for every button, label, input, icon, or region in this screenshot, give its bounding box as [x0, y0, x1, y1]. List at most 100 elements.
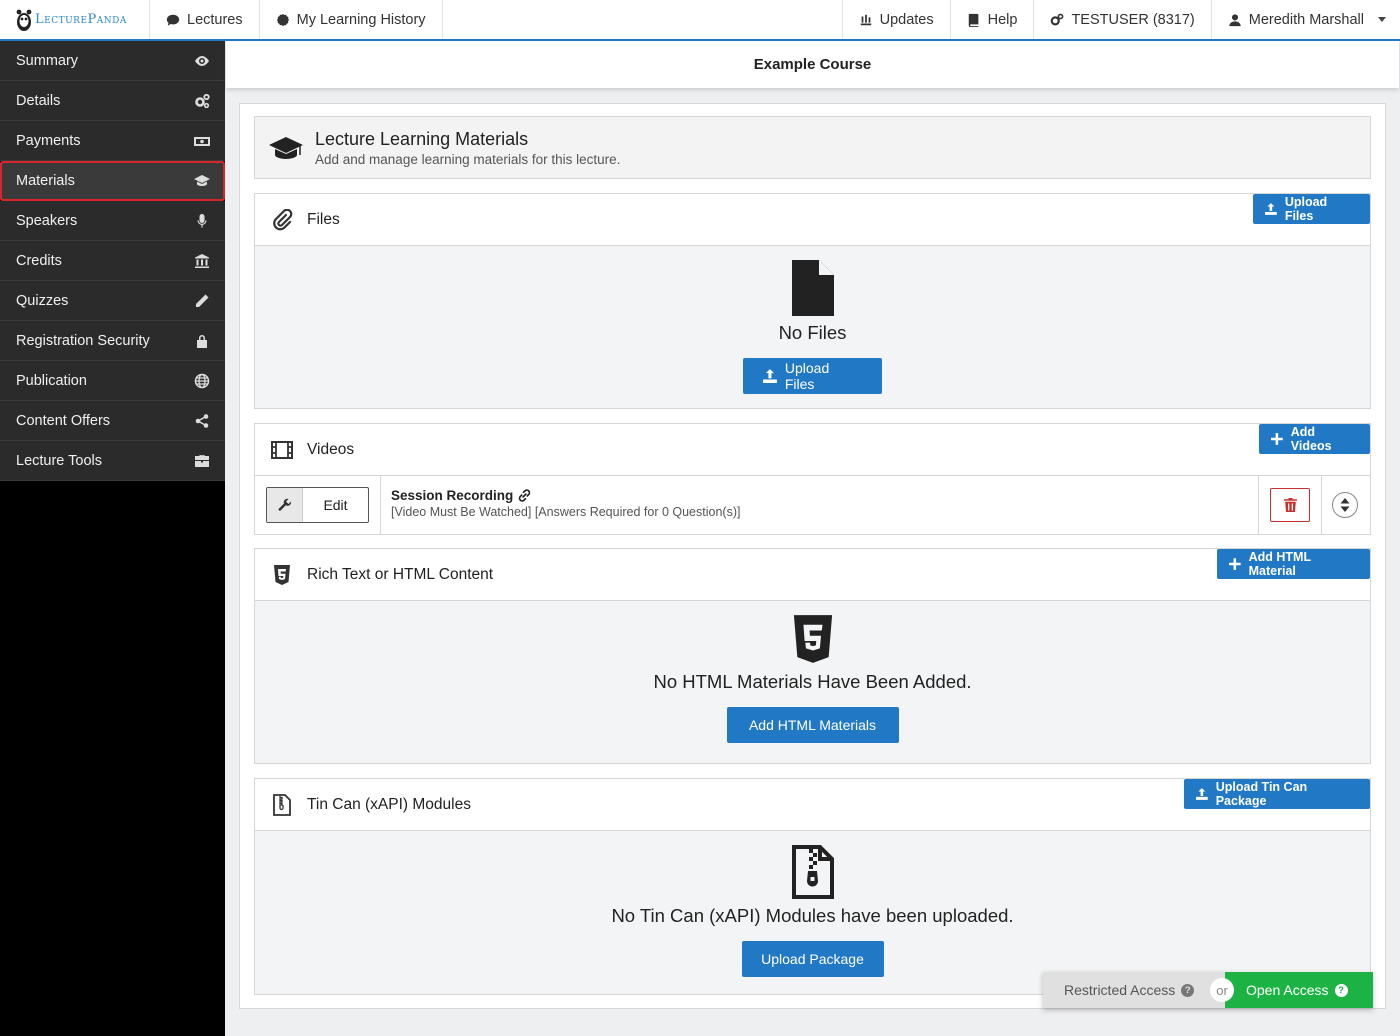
- pencil-icon: [196, 294, 209, 307]
- main-content: Example Course Lecture Learning Material…: [225, 41, 1400, 1036]
- share-icon: [195, 413, 209, 428]
- eye-icon: [195, 55, 209, 66]
- sidebar-item-label: Registration Security: [16, 332, 150, 349]
- video-info: Session Recording [Video Must Be Watched…: [391, 488, 740, 519]
- nav-updates[interactable]: Updates: [843, 0, 951, 39]
- nav-user-menu[interactable]: Meredith Marshall: [1212, 0, 1400, 39]
- videos-panel-header: Videos Add Videos: [255, 424, 1370, 476]
- tincan-panel-header: Tin Can (xAPI) Modules Upload Tin Can Pa…: [255, 779, 1370, 831]
- sidebar-item-payments[interactable]: Payments: [0, 121, 225, 161]
- files-title: Files: [307, 210, 340, 228]
- edit-video-button[interactable]: Edit: [266, 487, 369, 523]
- comment-icon: [166, 14, 180, 26]
- delete-video-button[interactable]: [1270, 488, 1310, 522]
- updates-icon: [860, 14, 871, 25]
- open-access-button[interactable]: Open Access ?: [1225, 972, 1373, 1008]
- plus-icon: [1229, 558, 1241, 570]
- nav-history-label: My Learning History: [296, 11, 426, 28]
- video-list-item: Edit Session Recording [Video Must Be Wa…: [255, 476, 1370, 534]
- upload-tincan-label: Upload Tin Can Package: [1215, 780, 1308, 808]
- html5-icon: [274, 564, 290, 585]
- sidebar-item-speakers[interactable]: Speakers: [0, 201, 225, 241]
- restricted-access-button[interactable]: Restricted Access ?: [1043, 972, 1225, 1008]
- video-title[interactable]: Session Recording: [391, 488, 740, 503]
- sidebar-item-label: Publication: [16, 372, 87, 389]
- upload-package-button[interactable]: Upload Package: [741, 941, 884, 977]
- sidebar-item-lecture-tools[interactable]: Lecture Tools: [0, 441, 225, 481]
- sidebar-item-materials[interactable]: Materials: [0, 161, 225, 201]
- tincan-panel-body: No Tin Can (xAPI) Modules have been uplo…: [255, 831, 1370, 994]
- film-icon: [271, 440, 293, 459]
- link-icon: [519, 489, 531, 502]
- sidebar-item-label: Payments: [16, 132, 81, 149]
- user-icon: [1229, 13, 1241, 26]
- sidebar-item-quizzes[interactable]: Quizzes: [0, 281, 225, 321]
- sidebar-item-content-offers[interactable]: Content Offers: [0, 401, 225, 441]
- graduation-cap-icon: [194, 175, 210, 186]
- add-html-materials-button[interactable]: Add HTML Materials: [726, 707, 899, 743]
- nav-lectures[interactable]: Lectures: [150, 0, 260, 39]
- certificate-icon: [276, 13, 289, 26]
- sidebar-item-summary[interactable]: Summary: [0, 41, 225, 81]
- file-archive-icon: [791, 845, 834, 899]
- sidebar-item-publication[interactable]: Publication: [0, 361, 225, 401]
- nav-user-label: Meredith Marshall: [1248, 11, 1364, 28]
- video-meta: [Video Must Be Watched] [Answers Require…: [391, 505, 741, 519]
- tincan-panel: Tin Can (xAPI) Modules Upload Tin Can Pa…: [254, 778, 1371, 995]
- cogs-icon: [1051, 13, 1064, 25]
- sidebar: Summary Details Payments Materials Speak…: [0, 41, 225, 1036]
- file-icon: [791, 260, 834, 316]
- sidebar-item-label: Materials: [16, 173, 75, 189]
- file-archive-icon: [273, 793, 291, 816]
- course-title: Example Course: [226, 41, 1399, 88]
- upload-files-label: Upload Files: [784, 360, 830, 392]
- html-content-panel: Rich Text or HTML Content Add HTML Mater…: [254, 548, 1371, 764]
- sidebar-item-registration-security[interactable]: Registration Security: [0, 321, 225, 361]
- or-divider: or: [1210, 978, 1234, 1002]
- question-circle-icon[interactable]: ?: [1181, 983, 1195, 997]
- materials-header: Lecture Learning Materials Add and manag…: [254, 116, 1371, 179]
- brand-name: LecturePanda: [35, 12, 127, 27]
- nav-account[interactable]: TESTUSER (8317): [1034, 0, 1212, 39]
- materials-card: Lecture Learning Materials Add and manag…: [239, 103, 1386, 1009]
- globe-icon: [194, 373, 210, 388]
- upload-files-header-button[interactable]: Upload Files: [1253, 194, 1370, 224]
- upload-tincan-package-button[interactable]: Upload Tin Can Package: [1184, 779, 1370, 809]
- brand-logo-link[interactable]: LecturePanda: [0, 0, 150, 39]
- sidebar-item-details[interactable]: Details: [0, 81, 225, 121]
- html-empty-text: No HTML Materials Have Been Added.: [653, 671, 972, 692]
- html-content-title: Rich Text or HTML Content: [307, 565, 494, 583]
- upload-icon: [763, 369, 777, 383]
- sidebar-item-label: Summary: [16, 52, 79, 69]
- microphone-icon: [197, 213, 207, 227]
- nav-account-label: TESTUSER (8317): [1071, 11, 1195, 28]
- question-circle-icon[interactable]: ?: [1334, 983, 1348, 997]
- html-panel-header: Rich Text or HTML Content Add HTML Mater…: [255, 549, 1370, 601]
- add-html-material-button[interactable]: Add HTML Material: [1217, 549, 1370, 579]
- add-html-material-label: Add HTML Material: [1248, 550, 1311, 578]
- html-panel-body: No HTML Materials Have Been Added. Add H…: [255, 601, 1370, 763]
- sidebar-item-credits[interactable]: Credits: [0, 241, 225, 281]
- lock-icon: [197, 334, 207, 348]
- files-panel: Files Upload Files No Files Upload Files: [254, 193, 1371, 409]
- files-panel-body: No Files Upload Files: [255, 246, 1370, 408]
- sort-handle-button[interactable]: [1332, 492, 1358, 518]
- open-access-label: Open Access: [1246, 982, 1329, 998]
- upload-icon: [1196, 788, 1208, 800]
- sidebar-item-label: Lecture Tools: [16, 452, 102, 469]
- files-empty-text: No Files: [778, 322, 847, 343]
- sidebar-item-label: Quizzes: [16, 292, 69, 309]
- upload-icon: [1265, 203, 1277, 215]
- wrench-icon: [278, 498, 291, 511]
- restricted-access-label: Restricted Access: [1064, 982, 1176, 998]
- add-videos-label: Add Videos: [1290, 425, 1332, 453]
- sidebar-item-label: Content Offers: [16, 412, 111, 429]
- edit-video-label: Edit: [323, 497, 348, 513]
- videos-panel: Videos Add Videos Edit Session Recording: [254, 423, 1371, 535]
- nav-help[interactable]: Help: [951, 0, 1035, 39]
- panda-logo-icon: [16, 9, 32, 31]
- add-videos-button[interactable]: Add Videos: [1259, 424, 1370, 454]
- bank-icon: [195, 253, 209, 268]
- upload-files-button[interactable]: Upload Files: [743, 358, 882, 394]
- nav-learning-history[interactable]: My Learning History: [260, 0, 443, 39]
